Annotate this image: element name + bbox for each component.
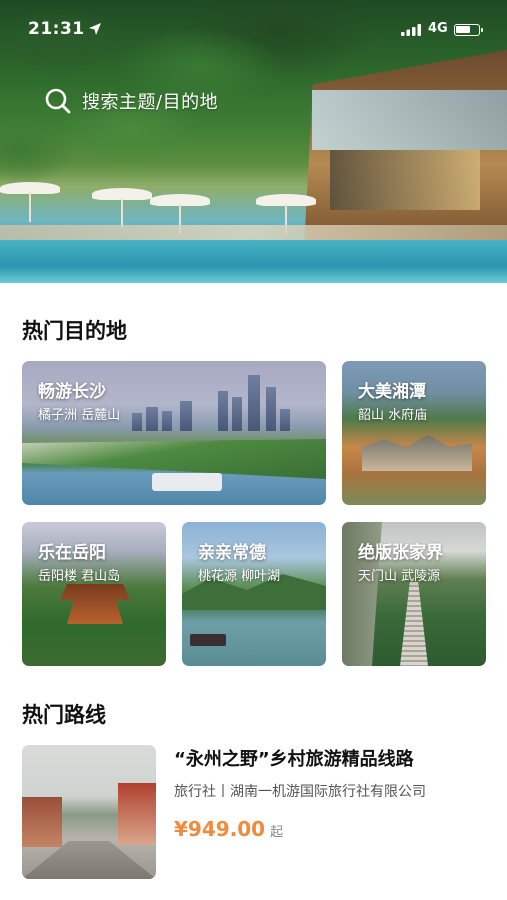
parasol-icon [0, 182, 60, 222]
destination-card-xiangtan[interactable]: 大美湘潭 韶山 水府庙 [342, 361, 486, 505]
status-time: 21:31 [28, 19, 85, 39]
parasol-icon [92, 188, 152, 228]
route-price: ¥949.00 [174, 817, 266, 841]
signal-icon [401, 24, 421, 36]
village-house [22, 797, 62, 847]
destination-title: 绝版张家界 [358, 543, 443, 563]
search-icon [45, 88, 71, 114]
route-thumbnail [22, 745, 156, 879]
destination-title: 大美湘潭 [358, 382, 426, 402]
destination-card-zhangjiajie[interactable]: 绝版张家界 天门山 武陵源 [342, 522, 486, 666]
village-house [118, 783, 156, 845]
route-price-block: ¥949.00 起 [174, 817, 283, 841]
route-agency: 旅行社丨湖南一机游国际旅行社有限公司 [174, 784, 426, 800]
hero-pool-water [0, 240, 507, 283]
location-arrow-icon [89, 23, 101, 35]
village-roofs [362, 435, 472, 471]
network-type: 4G [428, 21, 448, 36]
hero-building-windows [330, 150, 480, 210]
destination-card-yueyang[interactable]: 乐在岳阳 岳阳楼 君山岛 [22, 522, 166, 666]
destination-subtitle: 桃花源 柳叶湖 [198, 569, 281, 584]
route-title: “永州之野”乡村旅游精品线路 [174, 749, 414, 770]
boat [190, 634, 226, 646]
destination-title: 乐在岳阳 [38, 543, 106, 563]
destination-card-changde[interactable]: 亲亲常德 桃花源 柳叶湖 [182, 522, 326, 666]
search-bar[interactable]: 搜索主题/目的地 [44, 84, 344, 118]
route-item[interactable]: “永州之野”乡村旅游精品线路 旅行社丨湖南一机游国际旅行社有限公司 ¥949.0… [22, 745, 487, 881]
destination-subtitle: 韶山 水府庙 [358, 408, 428, 423]
parasol-icon [256, 194, 316, 234]
section-title-routes: 热门路线 [22, 703, 106, 727]
parasol-icon [150, 194, 210, 234]
destination-card-changsha[interactable]: 畅游长沙 橘子洲 岳麓山 [22, 361, 326, 505]
destination-title: 亲亲常德 [198, 543, 266, 563]
status-bar: 21:31 4G [0, 0, 507, 44]
section-title-destinations: 热门目的地 [22, 319, 127, 343]
destination-subtitle: 岳阳楼 君山岛 [38, 569, 121, 584]
destination-subtitle: 橘子洲 岳麓山 [38, 408, 121, 423]
city-skyline [132, 371, 292, 431]
mountain-stairs [400, 582, 428, 666]
battery-icon [454, 24, 483, 36]
destination-title: 畅游长沙 [38, 382, 106, 402]
destination-subtitle: 天门山 武陵源 [358, 569, 441, 584]
search-placeholder: 搜索主题/目的地 [82, 92, 219, 113]
boat [152, 473, 222, 491]
yueyang-tower [60, 584, 130, 624]
route-price-suffix: 起 [270, 825, 284, 840]
